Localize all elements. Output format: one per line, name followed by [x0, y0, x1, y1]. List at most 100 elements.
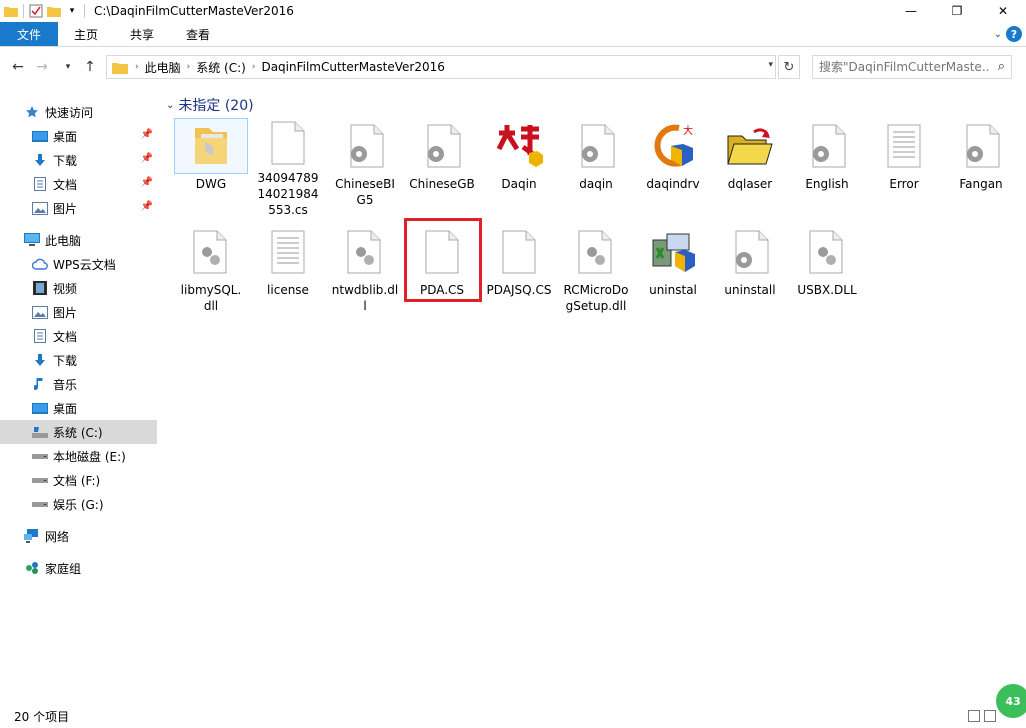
maximize-button[interactable]: ❐	[934, 0, 980, 22]
forward-button[interactable]: →	[32, 57, 52, 77]
file-item-libmysql[interactable]: libmySQL.dll	[174, 224, 248, 324]
performance-badge[interactable]: 43	[996, 684, 1026, 718]
breadcrumb-drive-c[interactable]: 系统 (C:)	[193, 59, 249, 76]
file-item-pdajsq-cs[interactable]: PDAJSQ.CS	[482, 224, 556, 324]
sidebar-item-music[interactable]: 音乐	[0, 372, 157, 396]
desktop-icon	[32, 128, 48, 144]
search-box[interactable]: ⌕	[812, 55, 1012, 79]
sidebar-item-network[interactable]: 网络	[0, 524, 157, 548]
file-item-license[interactable]: license	[251, 224, 325, 324]
file-item-daqin-config[interactable]: daqin	[559, 118, 633, 218]
drive-icon	[32, 448, 48, 464]
search-icon[interactable]: ⌕	[998, 59, 1005, 74]
chevron-down-icon[interactable]: ▾	[768, 60, 773, 70]
settings-file-icon	[790, 118, 864, 174]
large-icons-view-button[interactable]	[984, 710, 996, 722]
file-item-daqindrv[interactable]: 大 daqindrv	[636, 118, 710, 218]
file-item-chinesebig5[interactable]: ChineseBIG5	[328, 118, 402, 218]
ribbon-tabs: 文件 主页 共享 查看 ⌄ ?	[0, 22, 1026, 47]
folder-icon	[174, 118, 248, 174]
file-item-usbx-dll[interactable]: USBX.DLL	[790, 224, 864, 324]
details-view-button[interactable]	[968, 710, 980, 722]
sidebar-item-wps-cloud[interactable]: WPS云文档	[0, 252, 157, 276]
chevron-right-icon[interactable]: ›	[132, 62, 142, 72]
sidebar-item-drive-f[interactable]: 文档 (F:)	[0, 468, 157, 492]
dll-file-icon	[790, 224, 864, 280]
dll-file-icon	[559, 224, 633, 280]
file-item-daqin-exe[interactable]: Daqin	[482, 118, 556, 218]
sidebar-item-desktop[interactable]: 桌面	[0, 396, 157, 420]
download-icon	[32, 352, 48, 368]
sidebar-item-quick-access[interactable]: 快速访问	[0, 100, 157, 124]
desktop-icon	[32, 400, 48, 416]
expand-ribbon-icon[interactable]: ⌄	[994, 29, 1002, 40]
settings-file-icon	[713, 224, 787, 280]
sidebar-item-this-pc[interactable]: 此电脑	[0, 228, 157, 252]
settings-file-icon	[328, 118, 402, 174]
status-bar: 20 个项目	[0, 704, 1026, 728]
back-button[interactable]: ←	[8, 57, 28, 77]
title-bar: ▾ C:\DaqinFilmCutterMasteVer2016 — ❐ ✕	[0, 0, 1026, 22]
pin-icon[interactable]: 📌	[141, 153, 153, 164]
file-item-fangan[interactable]: Fangan	[944, 118, 1018, 218]
drive-icon	[32, 496, 48, 512]
file-item-error[interactable]: Error	[867, 118, 941, 218]
text-file-icon	[867, 118, 941, 174]
file-item-ntwdblib[interactable]: ntwdblib.dll	[328, 224, 402, 324]
properties-icon[interactable]	[27, 2, 45, 20]
tab-file[interactable]: 文件	[0, 22, 58, 46]
chevron-down-icon[interactable]: ▾	[63, 2, 81, 20]
search-input[interactable]	[819, 60, 989, 74]
settings-file-icon	[405, 118, 479, 174]
address-bar[interactable]: › 此电脑 › 系统 (C:) › DaqinFilmCutterMasteVe…	[106, 55, 776, 79]
file-item-english[interactable]: English	[790, 118, 864, 218]
chevron-right-icon[interactable]: ›	[184, 62, 194, 72]
help-icon[interactable]: ?	[1006, 26, 1022, 42]
text-file-icon	[251, 224, 325, 280]
sidebar-item-downloads[interactable]: 下载	[0, 348, 157, 372]
sidebar-item-homegroup[interactable]: 家庭组	[0, 556, 157, 580]
star-icon	[24, 104, 40, 120]
music-icon	[32, 376, 48, 392]
file-item-uninstal[interactable]: uninstal	[636, 224, 710, 324]
up-button[interactable]: ↑	[80, 57, 100, 77]
chevron-down-icon[interactable]: ⌄	[166, 100, 174, 111]
dll-file-icon	[328, 224, 402, 280]
chevron-right-icon[interactable]: ›	[249, 62, 259, 72]
breadcrumb-this-pc[interactable]: 此电脑	[142, 59, 184, 76]
sidebar-item-drive-g[interactable]: 娱乐 (G:)	[0, 492, 157, 516]
annotation-highlight-box	[404, 218, 482, 302]
sidebar-item-pictures-pinned[interactable]: 图片 📌	[0, 196, 157, 220]
sidebar-item-downloads-pinned[interactable]: 下载 📌	[0, 148, 157, 172]
tab-share[interactable]: 共享	[114, 22, 170, 46]
sidebar-item-documents[interactable]: 文档	[0, 324, 157, 348]
close-button[interactable]: ✕	[980, 0, 1026, 22]
sidebar-item-pictures[interactable]: 图片	[0, 300, 157, 324]
file-item-cs-numeric[interactable]: 34094789 14021984 553.cs	[251, 118, 325, 218]
recent-locations-button[interactable]: ▾	[58, 57, 78, 77]
sidebar-item-desktop-pinned[interactable]: 桌面 📌	[0, 124, 157, 148]
refresh-button[interactable]: ↻	[778, 55, 800, 79]
sidebar-item-drive-c[interactable]: 系统 (C:)	[0, 420, 157, 444]
download-icon	[32, 152, 48, 168]
tab-view[interactable]: 查看	[170, 22, 226, 46]
tab-home[interactable]: 主页	[58, 22, 114, 46]
pin-icon[interactable]: 📌	[141, 201, 153, 212]
file-item-chinesegb[interactable]: ChineseGB	[405, 118, 479, 218]
file-item-dqlaser[interactable]: dqlaser	[713, 118, 787, 218]
drive-c-icon	[32, 424, 48, 440]
pin-icon[interactable]: 📌	[141, 177, 153, 188]
minimize-button[interactable]: —	[888, 0, 934, 22]
pin-icon[interactable]: 📌	[141, 129, 153, 140]
sidebar-item-documents-pinned[interactable]: 文档 📌	[0, 172, 157, 196]
driver-setup-icon: 大	[636, 118, 710, 174]
navigation-pane: 快速访问 桌面 📌 下载 📌 文档 📌 图片 📌 此电脑 WPS云文档 视频 图…	[0, 98, 157, 698]
breadcrumb-current-folder[interactable]: DaqinFilmCutterMasteVer2016	[258, 60, 447, 74]
sidebar-item-drive-e[interactable]: 本地磁盘 (E:)	[0, 444, 157, 468]
sidebar-item-videos[interactable]: 视频	[0, 276, 157, 300]
file-item-rcmicrodogsetup[interactable]: RCMicroDogSetup.dll	[559, 224, 633, 324]
new-folder-icon[interactable]	[45, 2, 63, 20]
group-header-unspecified[interactable]: ⌄ 未指定 (20)	[166, 95, 254, 115]
file-item-dwg[interactable]: DWG	[174, 118, 248, 218]
file-item-uninstall[interactable]: uninstall	[713, 224, 787, 324]
